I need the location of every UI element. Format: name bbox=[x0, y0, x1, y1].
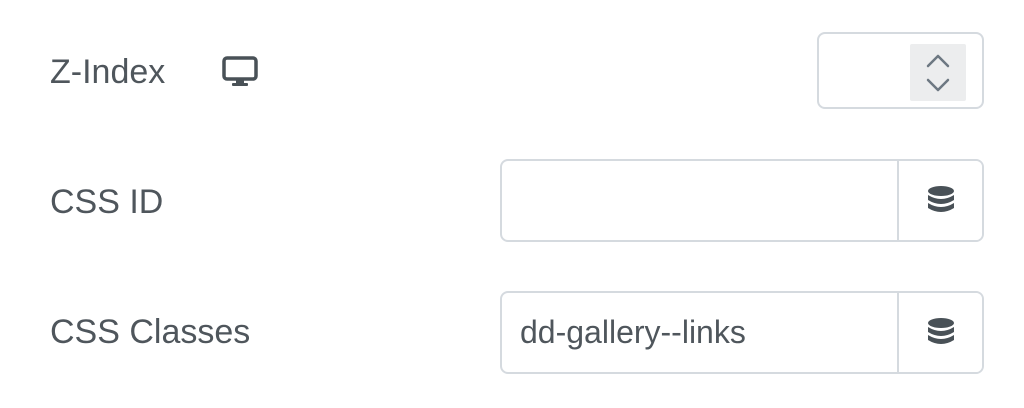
z-index-input[interactable] bbox=[817, 32, 984, 109]
number-spinner[interactable] bbox=[910, 44, 966, 101]
css-classes-input[interactable]: dd-gallery--links bbox=[502, 293, 897, 372]
css-id-label: CSS ID bbox=[50, 183, 164, 221]
database-icon bbox=[927, 317, 954, 344]
css-id-dynamic-tags-button[interactable] bbox=[897, 161, 982, 240]
css-classes-field: dd-gallery--links bbox=[500, 291, 984, 374]
chevron-up-down-icon bbox=[926, 54, 950, 91]
database-icon bbox=[927, 185, 954, 212]
css-classes-label: CSS Classes bbox=[50, 313, 251, 351]
desktop-monitor-icon[interactable] bbox=[220, 54, 260, 90]
css-id-field bbox=[500, 159, 984, 242]
css-id-input[interactable] bbox=[502, 161, 897, 240]
css-classes-dynamic-tags-button[interactable] bbox=[897, 293, 982, 372]
z-index-label: Z-Index bbox=[50, 53, 166, 91]
